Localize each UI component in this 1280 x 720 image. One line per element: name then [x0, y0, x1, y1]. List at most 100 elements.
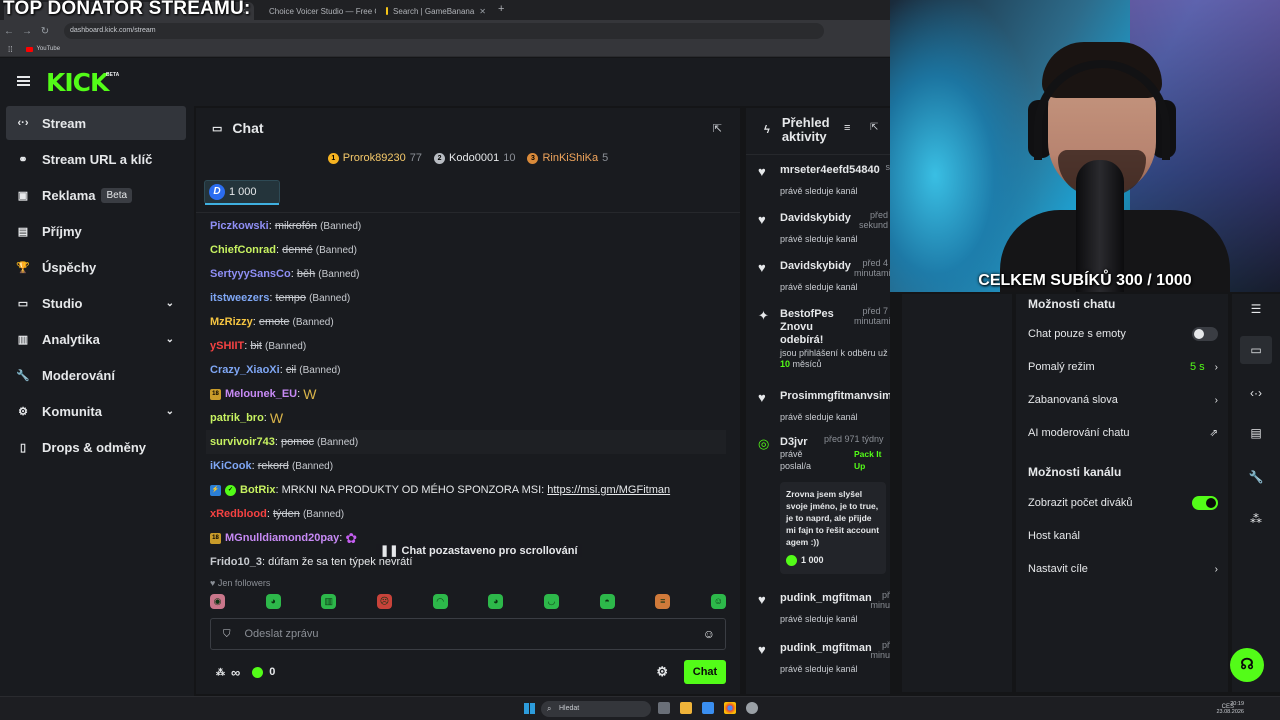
chat-username[interactable]: Frido10_3 [210, 556, 262, 568]
show-viewers-row[interactable]: Zobrazit počet diváků [1028, 496, 1218, 510]
list-icon[interactable]: ☰ [1232, 302, 1280, 316]
store-icon[interactable] [702, 702, 714, 714]
ai-moderation-row[interactable]: AI moderování chatu ⇗ [1028, 427, 1218, 439]
send-chat-button[interactable]: Chat [684, 660, 726, 684]
menu-icon[interactable] [17, 76, 30, 86]
chat-input[interactable]: ⛉ Odeslat zprávu ☺ [210, 618, 726, 650]
file-explorer-icon[interactable] [680, 702, 692, 714]
windows-start-icon[interactable] [524, 703, 535, 714]
dashboard-icon[interactable]: ▤ [1232, 426, 1280, 440]
emote-button[interactable]: ◕ [488, 594, 504, 609]
chat-message[interactable]: ySHIIT: bit (Banned) [210, 334, 730, 358]
sidebar-item-analytics[interactable]: ▥ Analytika ⌄ [6, 322, 186, 356]
new-tab-icon[interactable]: + [498, 3, 504, 15]
broadcast-icon[interactable]: ‹·› [1232, 386, 1280, 400]
kick-logo[interactable]: KICK [46, 68, 109, 97]
chat-message[interactable]: Piczkowski: mikrofón (Banned) [210, 214, 730, 238]
gifter-1[interactable]: 1 Prorok89230 77 [327, 152, 422, 164]
chat-message[interactable]: iKiCook: rekord (Banned) [210, 454, 730, 478]
pinned-tip[interactable]: D 1 000 [204, 180, 280, 205]
chat-username[interactable]: MzRizzy [210, 316, 253, 328]
wrench-icon[interactable]: 🔧 [1232, 470, 1280, 484]
host-channel-row[interactable]: Host kanál [1028, 530, 1218, 542]
forward-icon[interactable]: → [18, 26, 36, 37]
emote-button[interactable]: ◓ [599, 594, 615, 609]
emote-only-toggle[interactable] [1192, 327, 1218, 341]
slow-mode-row[interactable]: Pomalý režim 5 s › [1028, 361, 1218, 373]
url-input[interactable]: dashboard.kick.com/stream [64, 23, 824, 39]
close-tab-icon[interactable]: ✕ [479, 7, 486, 16]
chat-message[interactable]: survivoir743: pomoc (Banned) [206, 430, 726, 454]
obs-icon[interactable] [746, 702, 758, 714]
sidebar-item-studio[interactable]: ▭ Studio ⌄ [6, 286, 186, 320]
chat-message[interactable]: 18 Melounek_EU: W [210, 382, 730, 406]
share-icon[interactable]: ⁂ [1232, 512, 1280, 526]
chat-message[interactable]: patrik_bro: W [210, 406, 730, 430]
chat-message[interactable]: ChiefConrad: denné (Banned) [210, 238, 730, 262]
back-icon[interactable]: ← [0, 26, 18, 37]
chat-username[interactable]: patrik_bro [210, 412, 264, 424]
emote-button[interactable]: ◠ [432, 594, 448, 609]
sidebar-item-community[interactable]: ⚙ Komunita ⌄ [6, 394, 186, 428]
chat-username[interactable]: survivoir743 [210, 436, 275, 448]
taskbar-clock[interactable]: 20:19 23.08.2026 [1216, 700, 1244, 716]
chat-username[interactable]: BotRix [240, 484, 275, 496]
taskbar-search[interactable]: Hledat [541, 701, 651, 717]
emote-button[interactable]: ☺ [710, 594, 726, 609]
emote-button[interactable]: ▥ [321, 594, 337, 609]
chat-username[interactable]: ySHIIT [210, 340, 244, 352]
sidebar-item-achievements[interactable]: 🏆 Úspěchy [6, 250, 186, 284]
chat-message[interactable]: xRedblood: týden (Banned) [210, 502, 730, 526]
gifter-3[interactable]: 3 RinKiShiKa 5 [527, 152, 608, 164]
sidebar-item-moderation[interactable]: 🔧 Moderování [6, 358, 186, 392]
apps-grid-icon[interactable]: ⁞⁞ [8, 45, 12, 54]
windows-taskbar: Hledat CES 20:1923.08.2026 [0, 696, 1280, 720]
sidebar-item-stream-url[interactable]: ⚭ Stream URL a klíč [6, 142, 186, 176]
chat-bubble-icon[interactable]: ▭ [1240, 336, 1272, 364]
share-icon[interactable]: ⁂ [216, 667, 225, 678]
popout-icon[interactable]: ⇱ [713, 122, 722, 135]
chat-username[interactable]: xRedblood [210, 508, 267, 520]
chat-message[interactable]: SertyyySansCo: běh (Banned) [210, 262, 730, 286]
popout-icon[interactable]: ⇱ [870, 122, 878, 133]
emote-button[interactable]: ◡ [543, 594, 559, 609]
filter-icon[interactable]: ≡ [844, 122, 850, 134]
chat-message[interactable]: itstweezers: tempo (Banned) [210, 286, 730, 310]
chat-settings-icon[interactable]: ⚙ [656, 664, 668, 680]
bookmark-youtube[interactable]: YouTube [26, 46, 60, 52]
reload-icon[interactable]: ↻ [36, 26, 54, 37]
task-view-icon[interactable] [658, 702, 670, 714]
emote-button[interactable]: ≡ [655, 594, 671, 609]
sidebar-item-revenue[interactable]: ▤ Příjmy [6, 214, 186, 248]
set-goals-row[interactable]: Nastavit cíle › [1028, 563, 1218, 575]
chat-username[interactable]: MGnulldiamond20pay [225, 532, 339, 544]
emote-only-row[interactable]: Chat pouze s emoty [1028, 327, 1218, 341]
emote-button[interactable]: ◉ [210, 594, 225, 609]
chat-username[interactable]: Melounek_EU [225, 388, 297, 400]
chat-paused-notice[interactable]: ❚❚ Chat pozastaveno pro scrollování [376, 544, 582, 557]
chat-username[interactable]: iKiCook [210, 460, 252, 472]
chat-message[interactable]: MzRizzy: emote (Banned) [210, 310, 730, 334]
chat-username[interactable]: Piczkowski [210, 220, 269, 232]
browser-tab-gamebanana[interactable]: Search | GameBanana ✕ [378, 2, 494, 20]
support-headset-button[interactable]: ☊ [1230, 648, 1264, 682]
chat-username[interactable]: ChiefConrad [210, 244, 276, 256]
gifter-2[interactable]: 2 Kodo0001 10 [434, 152, 515, 164]
sidebar-item-drops[interactable]: ▯ Drops & odměny [6, 430, 186, 464]
banned-words-row[interactable]: Zabanovaná slova › [1028, 394, 1218, 406]
browser-tab-voicer[interactable]: Choice Voicer Studio — Free C✕ [256, 2, 376, 20]
message-link[interactable]: https://msi.gm/MGFitman [547, 484, 670, 496]
chat-message[interactable]: Crazy_XiaoXi: cil (Banned) [210, 358, 730, 382]
chat-username[interactable]: itstweezers [210, 292, 269, 304]
sidebar-item-ads[interactable]: ▣ Reklama Beta [6, 178, 186, 212]
chat-username[interactable]: Crazy_XiaoXi [210, 364, 280, 376]
chat-username[interactable]: SertyyySansCo [210, 268, 291, 280]
emote-button[interactable]: ☹ [376, 594, 392, 609]
banned-status: (Banned) [318, 269, 360, 280]
emoji-picker-icon[interactable]: ☺ [703, 627, 715, 641]
chrome-icon[interactable] [724, 702, 736, 714]
chat-message[interactable]: ⚡ ✓ BotRix: MRKNI NA PRODUKTY OD MÉHO SPON… [210, 478, 730, 502]
show-viewers-toggle[interactable] [1192, 496, 1218, 510]
sidebar-item-stream[interactable]: ‹·› Stream [6, 106, 186, 140]
emote-button[interactable]: ◕ [265, 594, 281, 609]
